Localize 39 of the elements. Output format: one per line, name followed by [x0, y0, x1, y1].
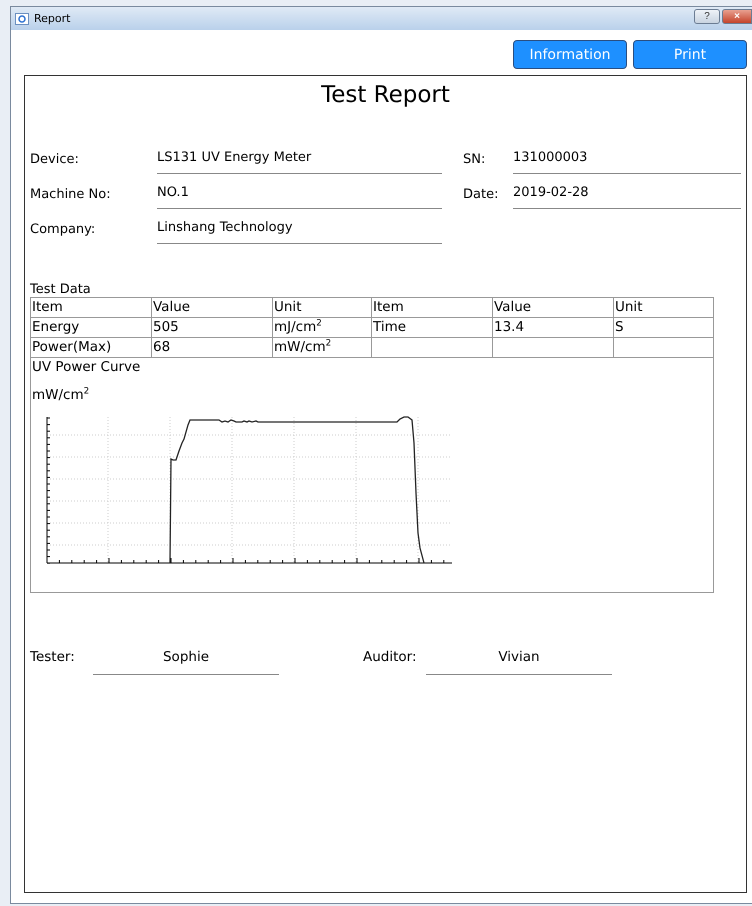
chart-unit: mW/cm$^{2}$	[32, 387, 90, 403]
print-button[interactable]: Print	[633, 40, 747, 69]
table-cell: Time	[372, 318, 493, 337]
field-value: LS131 UV Energy Meter	[157, 150, 442, 174]
table-cell: Value	[152, 298, 273, 317]
field-label: SN:	[463, 152, 486, 169]
window-title: Report	[34, 12, 70, 25]
close-button[interactable]: ×	[722, 9, 752, 24]
report-title: Test Report	[320, 82, 451, 108]
table-cell: mW/cm$^{2}$	[273, 338, 372, 357]
field-value: 131000003	[513, 150, 741, 174]
signature-label: Tester:	[30, 649, 76, 667]
signature-value: Sophie	[93, 649, 279, 675]
field-label: Machine No:	[30, 187, 112, 204]
table-cell: 505	[152, 318, 273, 337]
table-cell: Energy	[31, 318, 152, 337]
information-button[interactable]: Information	[513, 40, 627, 69]
field-value: Linshang Technology	[157, 220, 442, 244]
table-cell: Item	[372, 298, 493, 317]
table-cell: mJ/cm$^{2}$	[273, 318, 372, 337]
signature-value: Vivian	[426, 649, 612, 675]
field-label: Date:	[463, 187, 500, 204]
table-cell: Unit	[273, 298, 372, 317]
field-label: Device:	[30, 152, 80, 169]
help-button[interactable]: ?	[694, 9, 720, 24]
app-icon	[15, 12, 29, 24]
field-label: Company:	[30, 222, 96, 239]
table-cell: 68	[152, 338, 273, 357]
table-cell-text: Unit	[614, 298, 644, 317]
table-cell: Power(Max)	[31, 338, 152, 357]
table-cell-text: S	[614, 318, 625, 337]
field-value: 2019-02-28	[513, 185, 741, 209]
chart-title: UV Power Curve	[32, 359, 142, 375]
table-cell: Item	[31, 298, 152, 317]
section-heading: Test Data	[30, 282, 92, 297]
table-cell: 13.4	[493, 318, 614, 337]
signature-label: Auditor:	[363, 649, 418, 667]
table-cell: Value	[493, 298, 614, 317]
field-value: NO.1	[157, 185, 442, 209]
